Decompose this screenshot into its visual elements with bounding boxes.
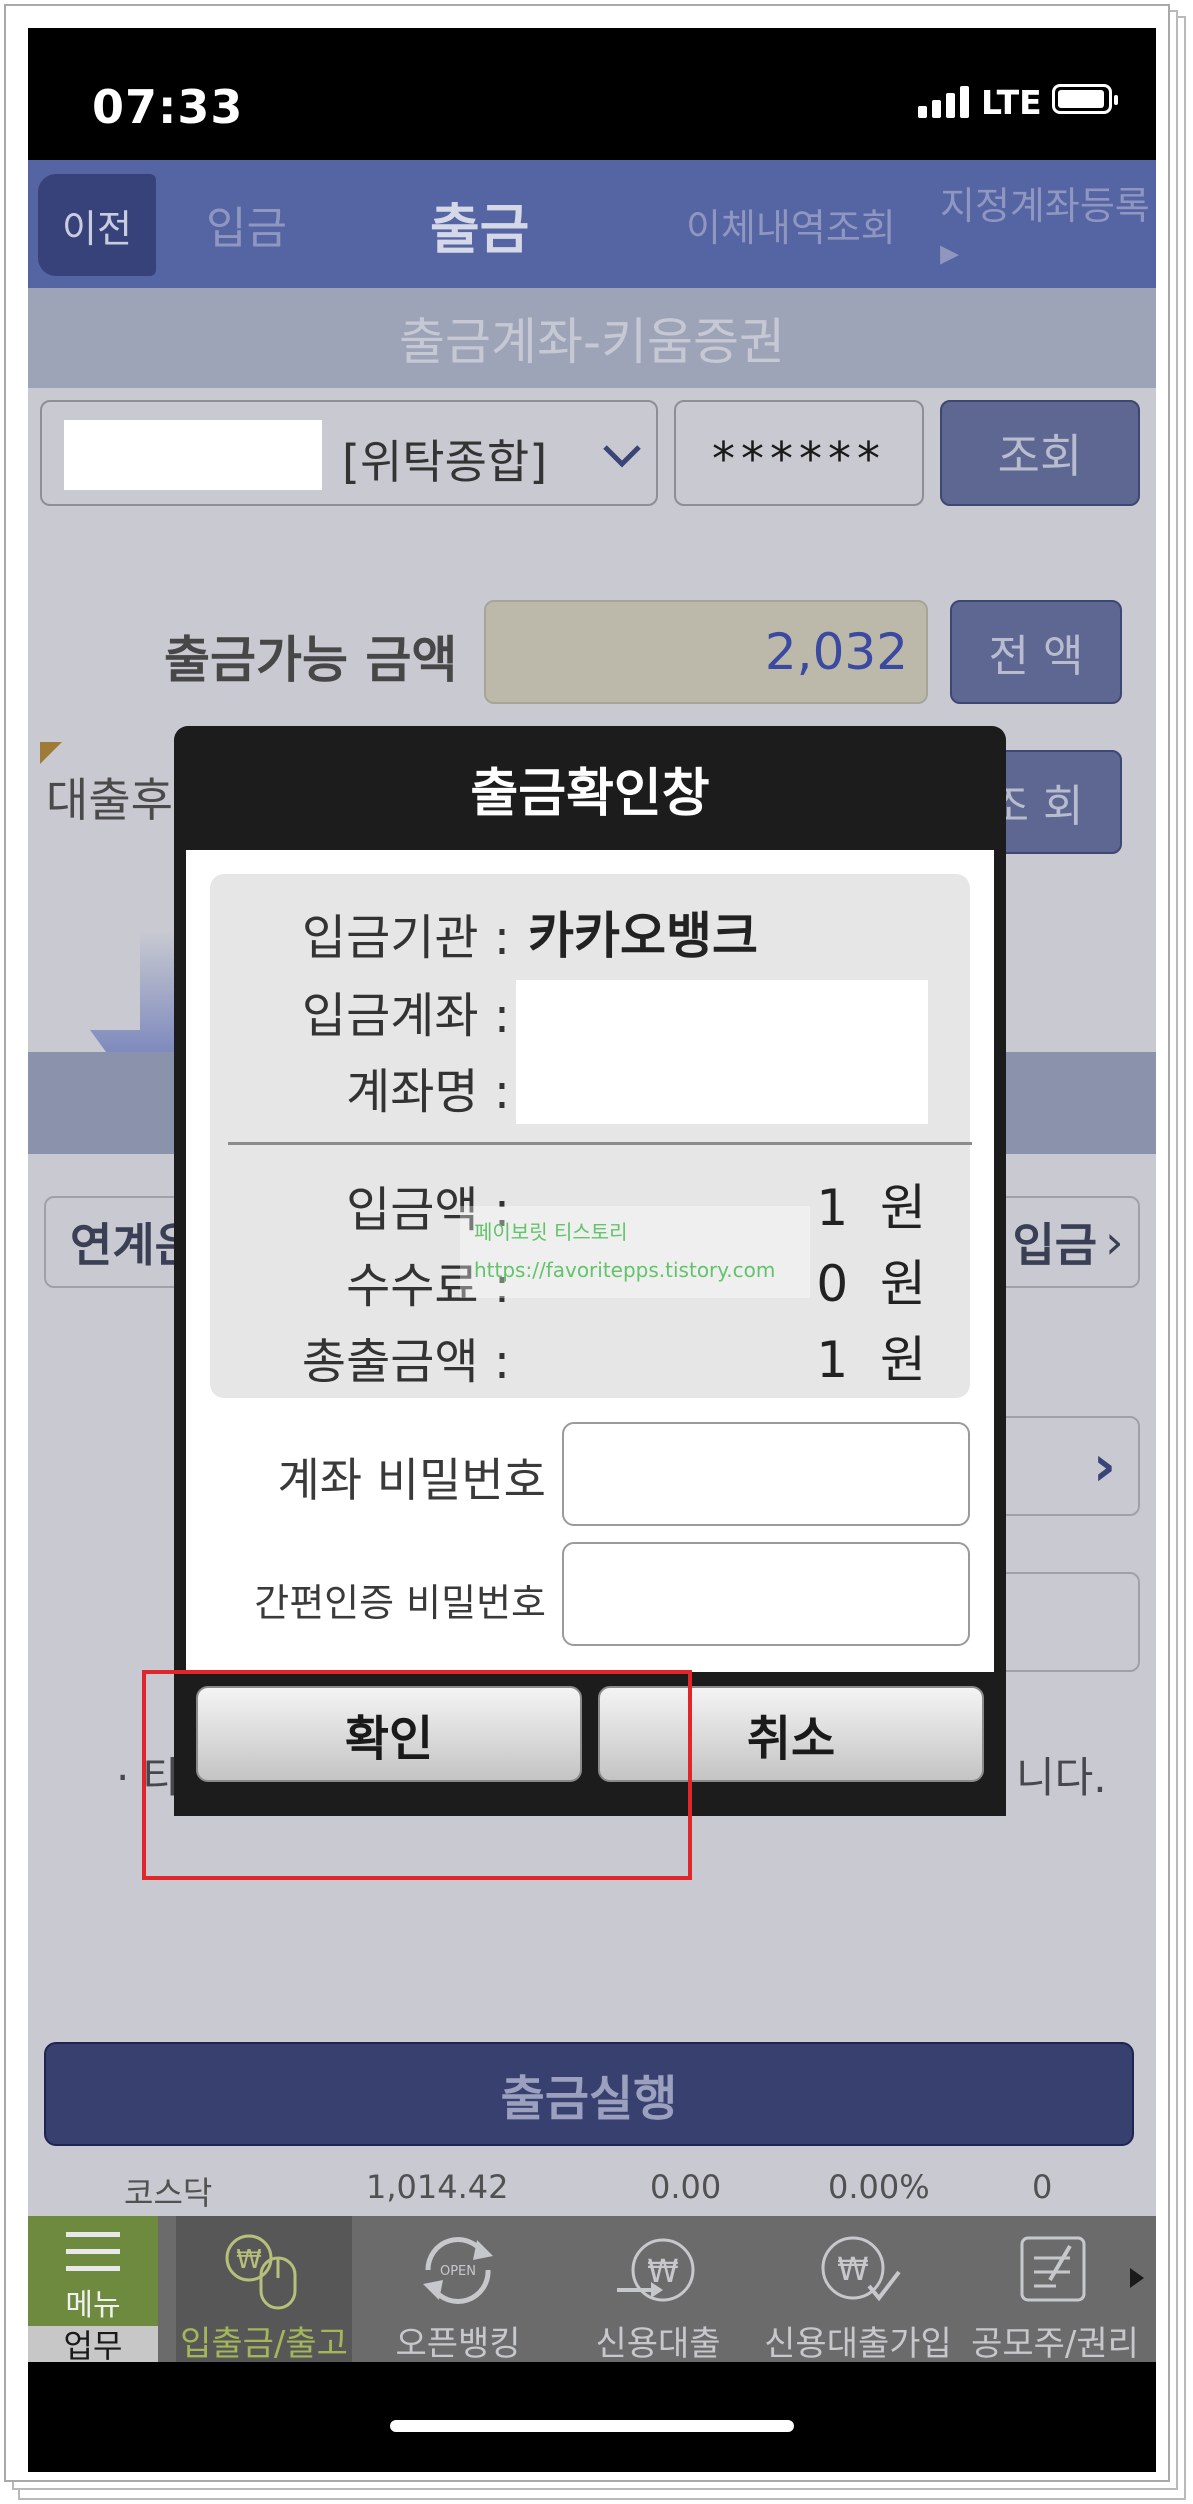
watermark: 페이보릿 티스토리 https://favoritepps.tistory.co… — [460, 1206, 810, 1298]
work-label: 업무 — [28, 2326, 158, 2365]
ticker-name: 코스닥 — [124, 2174, 213, 2212]
market-ticker: 코스닥 1,014.42 0.00 0.00% 0 — [28, 2154, 1156, 2216]
ticker-volume: 0 — [1032, 2168, 1053, 2206]
svg-text:₩: ₩ — [236, 2245, 262, 2275]
currency-unit: 원 — [880, 1255, 926, 1313]
top-nav: 이전 입금 출금 이체내역조회 지정계좌등록 ▸ — [28, 160, 1156, 288]
nav-item-credit-loan[interactable]: ₩ 신용대출 — [578, 2216, 738, 2364]
svg-text:₩: ₩ — [837, 2250, 869, 2288]
nav-item-open-banking[interactable]: OPEN 오픈뱅킹 — [378, 2216, 538, 2364]
nav-item-credit-loan-signup[interactable]: ₩ 신용대출가입 — [764, 2216, 952, 2364]
document-edit-icon — [1010, 2228, 1100, 2312]
menu-label: 메뉴 — [65, 2288, 121, 2323]
open-refresh-icon: OPEN — [413, 2228, 503, 2312]
watermark-line1: 페이보릿 티스토리 — [474, 1220, 628, 1244]
bank-label: 입금기관 : — [301, 910, 510, 966]
bottom-nav: 메뉴 업무 ₩ 입출금/출고 OPEN 오픈뱅킹 ₩ 신용대출 ₩ 신용대출가입… — [28, 2216, 1156, 2365]
section-title: 출금계좌-키움증권 — [28, 288, 1156, 388]
nav-item-label: 입출금/출고 — [180, 2324, 348, 2364]
currency-unit: 원 — [880, 1331, 926, 1389]
currency-unit: 원 — [880, 1179, 926, 1237]
execute-withdraw-button[interactable]: 출금실행 — [44, 2042, 1134, 2146]
signal-icon — [918, 84, 969, 118]
nav-item-deposit-withdraw[interactable]: ₩ 입출금/출고 — [176, 2216, 352, 2364]
nav-item-label: 신용대출 — [595, 2324, 721, 2364]
menu-button[interactable]: 메뉴 업무 — [28, 2216, 158, 2365]
withdrawable-amount: 2,032 — [484, 600, 928, 704]
deposit-amount-row: 1 원 — [816, 1168, 926, 1240]
network-label: LTE — [981, 83, 1042, 122]
tab-transfer-history[interactable]: 이체내역조회 — [686, 160, 896, 288]
deposit-link-button[interactable]: 입금 › — [996, 1196, 1140, 1288]
tab-register-account[interactable]: 지정계좌등록 ▸ — [940, 160, 1156, 288]
dialog-body: 입금기관 : 카카오뱅크 입금계좌 : 계좌명 : 입금액 : 1 원 수수료 … — [186, 850, 994, 1672]
bank-value: 카카오뱅크 — [528, 907, 758, 965]
account-password-input[interactable] — [562, 1422, 970, 1526]
nav-item-label: 공모주/권리 — [971, 2324, 1139, 2364]
won-check-icon: ₩ — [813, 2228, 903, 2312]
phone-screen: 07:33 LTE 이전 입금 출금 이체내역조회 지정계좌등록 ▸ 출금계좌-… — [28, 28, 1156, 2472]
tab-withdraw[interactable]: 출금 — [430, 160, 529, 288]
simple-auth-input[interactable] — [562, 1542, 970, 1646]
home-indicator[interactable] — [390, 2420, 794, 2432]
battery-icon — [1052, 84, 1118, 114]
status-time: 07:33 — [92, 80, 244, 134]
total-row: 1 원 — [816, 1320, 926, 1392]
account-name-label: 계좌명 : — [346, 1064, 510, 1120]
status-bar: 07:33 LTE — [28, 28, 1156, 160]
fee-value: 0 — [816, 1255, 849, 1313]
account-password-field[interactable]: ****** — [674, 400, 924, 506]
chevron-right-icon: › — [1092, 1433, 1116, 1499]
fee-row: 0 원 — [816, 1244, 926, 1316]
account-number-mask — [64, 420, 322, 490]
nav-item-label: 오픈뱅킹 — [395, 2324, 521, 2364]
ticker-value: 1,014.42 — [366, 2168, 509, 2206]
note-suffix: 니다. — [1016, 1753, 1107, 1802]
full-amount-button[interactable]: 전 액 — [950, 600, 1122, 704]
tab-deposit[interactable]: 입금 — [206, 160, 287, 288]
nav-more-arrow-icon[interactable] — [1130, 2268, 1144, 2288]
dialog-title: 출금확인창 — [470, 763, 710, 824]
account-row: [위탁종합] ****** 조회 — [28, 388, 1156, 520]
nav-item-ipo-rights[interactable]: 공모주/권리 — [966, 2216, 1144, 2364]
home-indicator-area — [28, 2362, 1156, 2472]
account-info-mask — [516, 980, 928, 1124]
ticker-change: 0.00 — [650, 2168, 722, 2206]
account-type: [위탁종합] — [342, 435, 548, 489]
transfer-info-box: 입금기관 : 카카오뱅크 입금계좌 : 계좌명 : 입금액 : 1 원 수수료 … — [210, 874, 972, 1398]
total-label: 총출금액 : — [301, 1334, 510, 1390]
hamburger-icon — [66, 2232, 120, 2271]
watermark-line2: https://favoritepps.tistory.com — [474, 1258, 776, 1282]
chevron-right-icon: › — [1105, 1215, 1124, 1269]
withdraw-confirm-dialog: 출금확인창 입금기관 : 카카오뱅크 입금계좌 : 계좌명 : 입금액 : 1 … — [174, 726, 1006, 1816]
account-password-label: 계좌 비밀번호 — [277, 1453, 546, 1507]
svg-text:OPEN: OPEN — [440, 2264, 476, 2279]
won-arrow-icon: ₩ — [613, 2228, 703, 2312]
account-label: 입금계좌 : — [301, 988, 510, 1044]
withdrawable-label: 출금가능 금액 — [164, 631, 458, 689]
simple-auth-label: 간편인증 비밀번호 — [254, 1581, 546, 1625]
back-button[interactable]: 이전 — [38, 174, 156, 276]
flag-marker — [40, 742, 62, 764]
nav-item-label: 신용대출가입 — [764, 2324, 952, 2364]
chevron-down-icon — [602, 438, 642, 478]
total-value: 1 — [816, 1331, 849, 1389]
mouse-won-icon: ₩ — [219, 2228, 309, 2312]
menu-area: 메뉴 — [28, 2216, 158, 2326]
deposit-link-label: 입금 — [1012, 1218, 1098, 1272]
account-lookup-button[interactable]: 조회 — [940, 400, 1140, 506]
highlight-box — [142, 1670, 692, 1880]
info-divider — [228, 1142, 972, 1145]
ticker-rate: 0.00% — [828, 2168, 930, 2206]
deposit-amount-value: 1 — [816, 1179, 849, 1237]
account-select[interactable]: [위탁종합] — [40, 400, 658, 506]
